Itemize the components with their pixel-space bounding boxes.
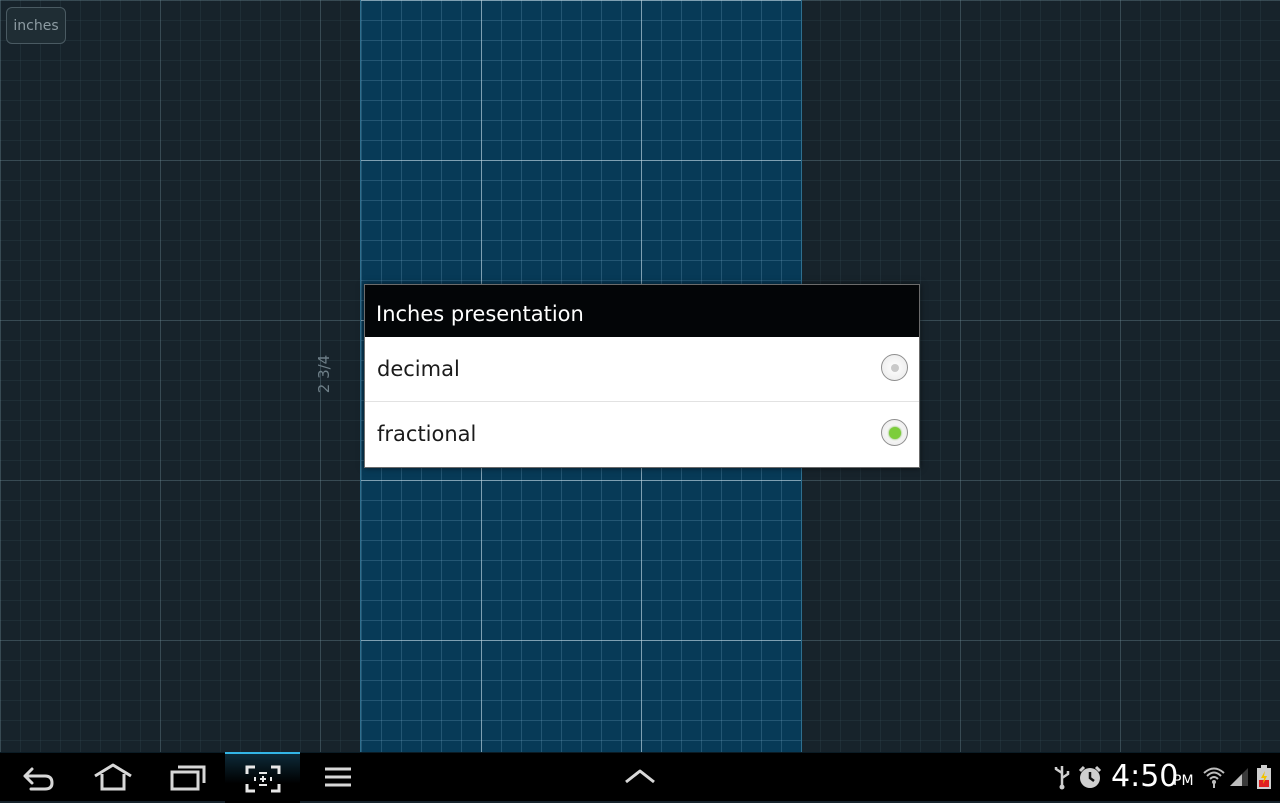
option-decimal[interactable]: decimal	[365, 337, 919, 402]
radio-fractional[interactable]	[881, 419, 908, 446]
signal-icon	[1230, 768, 1248, 786]
wifi-icon	[1203, 767, 1225, 788]
battery-icon	[1257, 765, 1271, 789]
option-label: fractional	[377, 422, 477, 446]
status-ampm: PM	[1173, 773, 1194, 789]
measurement-readout: 2 3/4	[315, 354, 333, 394]
option-label: decimal	[377, 357, 460, 381]
recent-apps-icon	[170, 765, 205, 791]
back-icon	[23, 767, 53, 791]
status-time: 4:50	[1111, 759, 1179, 794]
back-button[interactable]	[1, 753, 76, 801]
expand-up-button[interactable]	[602, 753, 677, 801]
option-fractional[interactable]: fractional	[365, 402, 919, 466]
radio-dot-icon	[890, 363, 899, 372]
dialog-title: Inches presentation	[365, 285, 919, 337]
usb-icon	[1054, 766, 1070, 790]
ruler-canvas[interactable]: inches 2 3/4 Inches presentation decimal…	[0, 0, 1280, 752]
inches-presentation-dialog: Inches presentation decimal fractional	[364, 284, 920, 468]
unit-toggle-button[interactable]: inches	[6, 7, 66, 44]
menu-icon	[324, 767, 351, 787]
menu-button[interactable]	[300, 753, 375, 801]
home-button[interactable]	[75, 753, 150, 801]
screen-capture-icon	[245, 765, 280, 792]
recent-apps-button[interactable]	[150, 753, 225, 801]
expand-up-icon	[624, 769, 655, 784]
radio-dot-icon	[888, 426, 901, 439]
screen-capture-button[interactable]	[225, 752, 300, 803]
home-icon	[93, 763, 132, 791]
alarm-icon	[1078, 765, 1102, 788]
radio-decimal[interactable]	[881, 354, 908, 381]
